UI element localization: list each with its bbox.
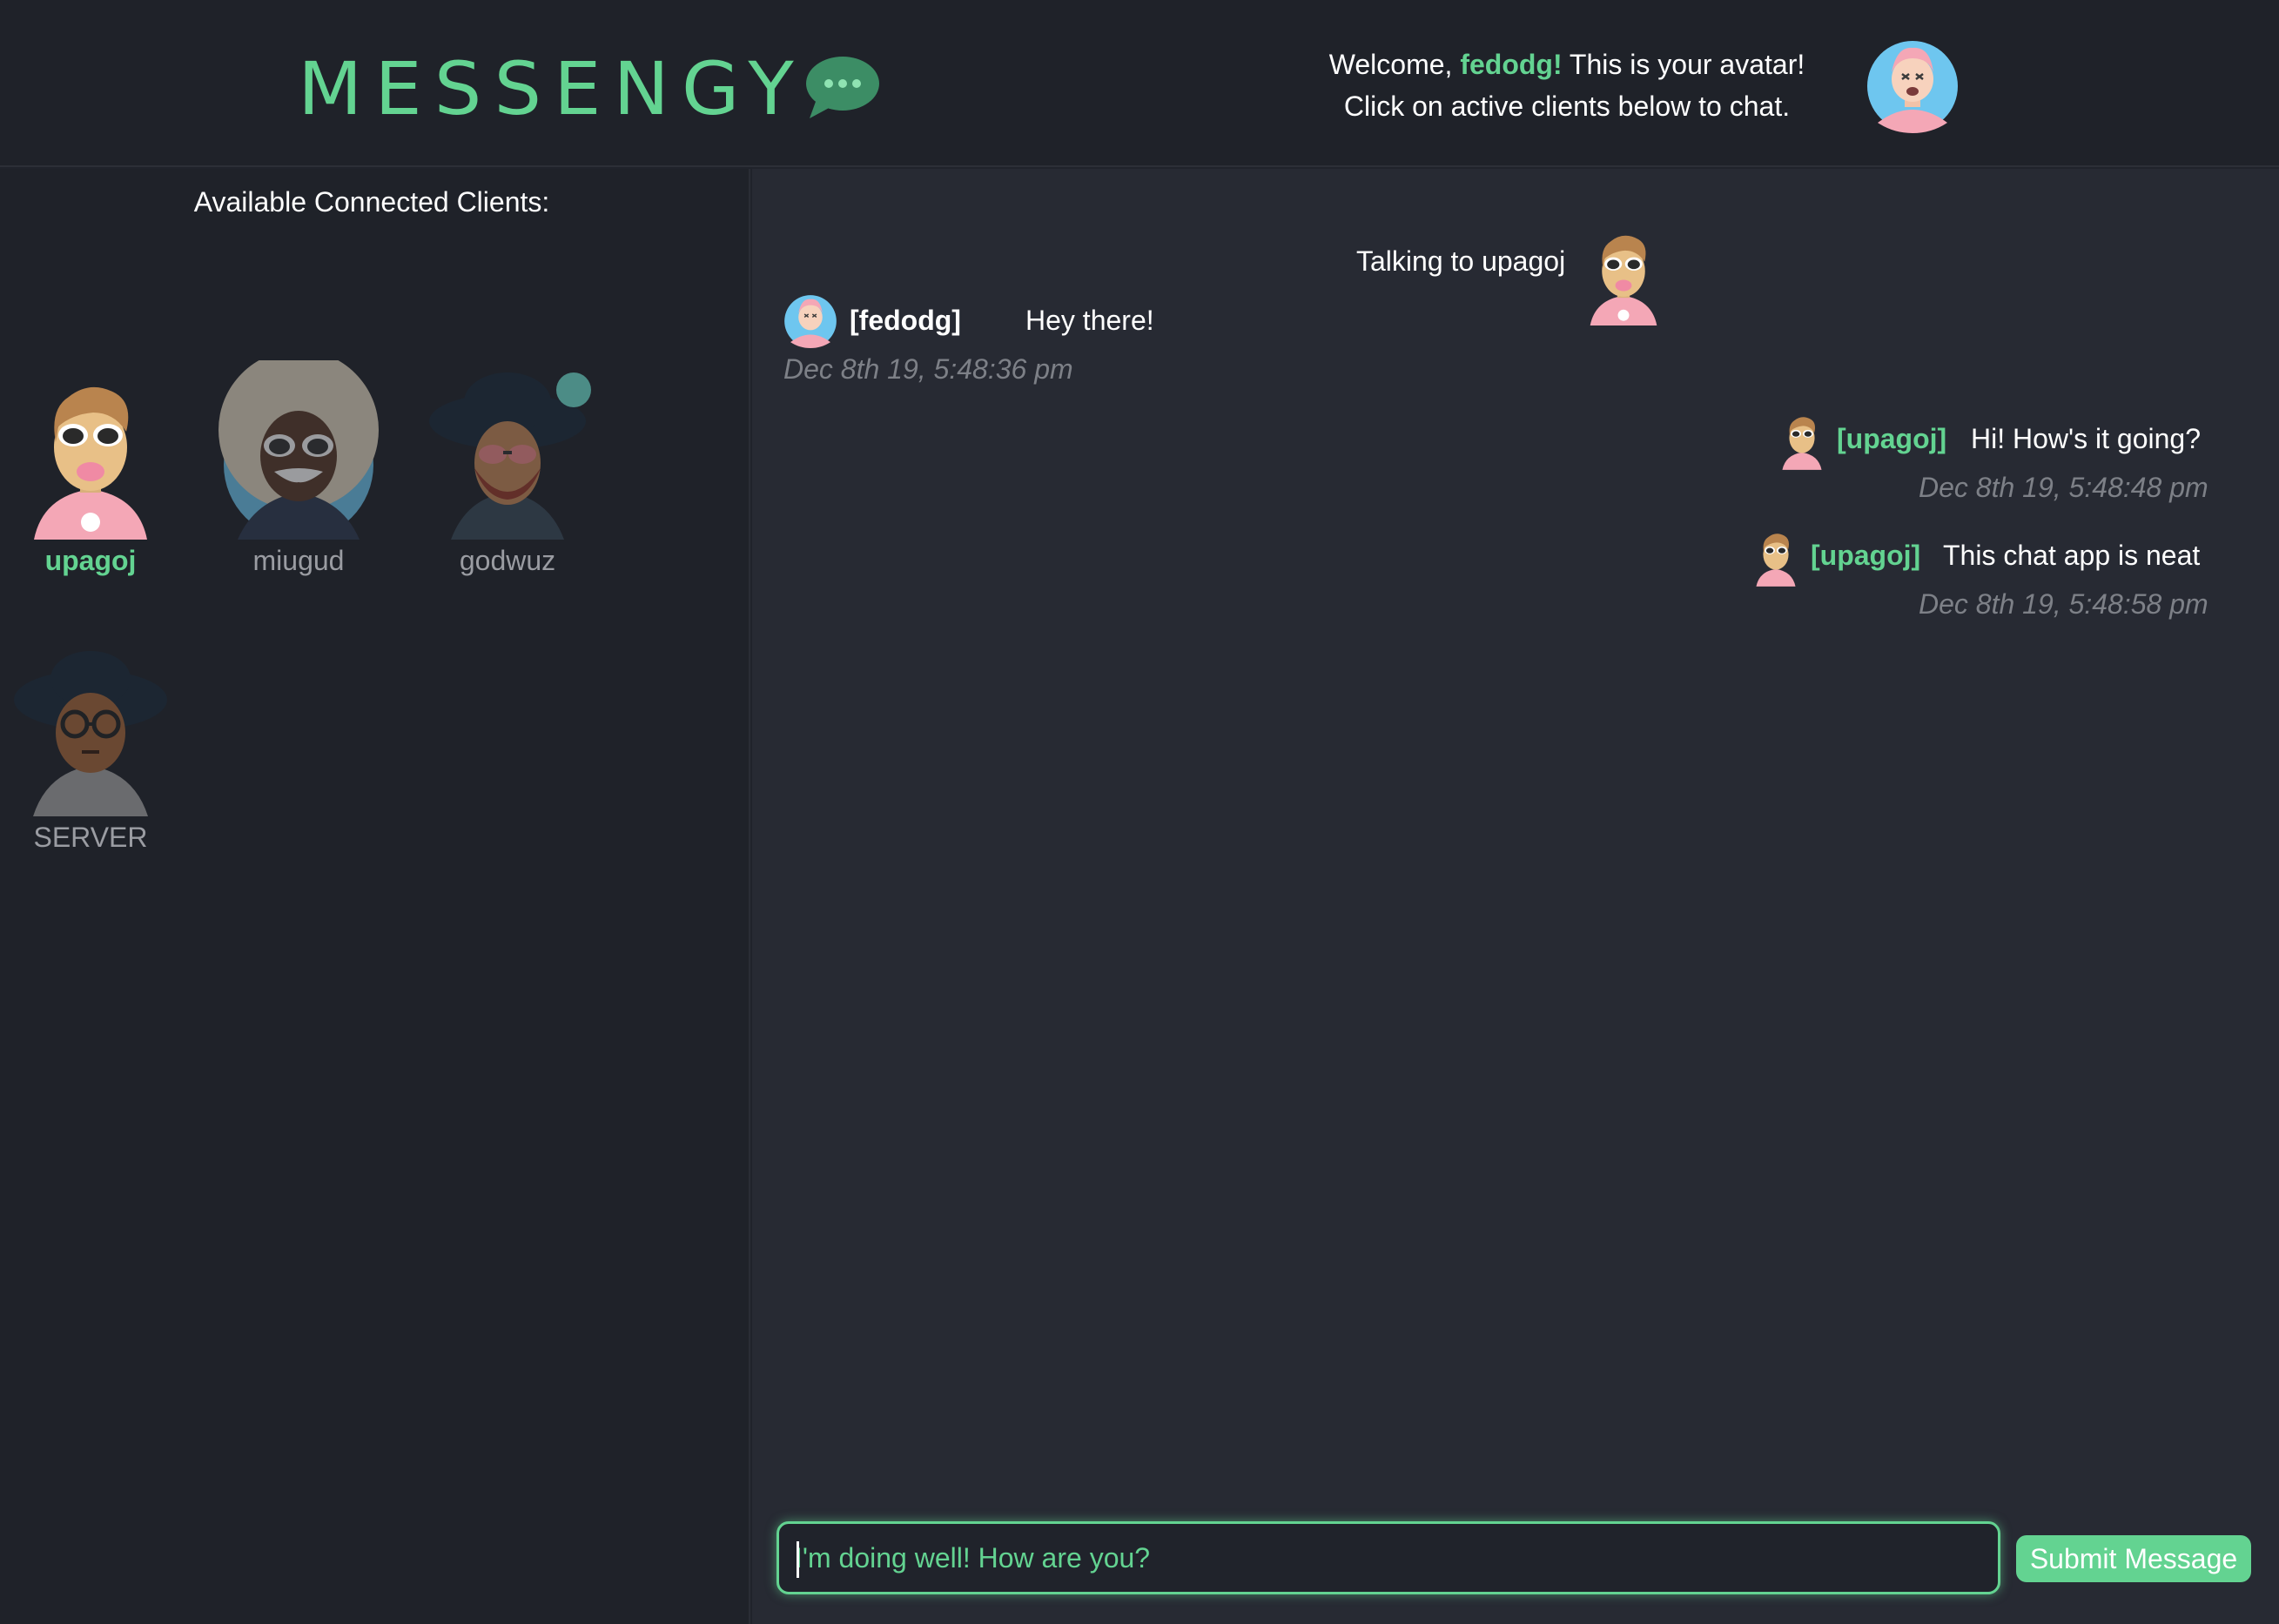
welcome-message: Welcome, fedodg! This is your avatar! Cl… <box>1288 44 1845 127</box>
message-text: Hi! How's it going? <box>1971 423 2201 454</box>
client-name: SERVER <box>33 822 148 853</box>
chat-message: [fedodg] Hey there! Dec 8th 19, 5:48:36 … <box>783 294 1480 399</box>
welcome-suffix: This is your avatar! <box>1569 49 1805 80</box>
message-timestamp: Dec 8th 19, 5:48:36 pm <box>783 353 1073 385</box>
user-avatar-icon <box>1590 235 1657 325</box>
message-text: This chat app is neat <box>1943 540 2201 571</box>
text-caret <box>797 1541 799 1578</box>
user-avatar-icon <box>1867 41 1958 133</box>
user-avatar-icon <box>14 651 167 816</box>
submit-message-button[interactable]: Submit Message <box>2016 1535 2251 1582</box>
app-header: MESSENGY Welcome, fedodg! This is your a… <box>0 0 2279 167</box>
client-godwuz[interactable]: godwuz <box>420 367 595 577</box>
chat-panel: Talking to upagoj [fedodg] Hey there! De… <box>752 169 2279 1624</box>
current-username: fedodg! <box>1460 49 1563 80</box>
client-server[interactable]: SERVER <box>3 642 178 854</box>
user-avatar-icon <box>784 295 837 348</box>
message-timestamp: Dec 8th 19, 5:48:48 pm <box>1919 472 2208 503</box>
message-input[interactable] <box>779 1524 1998 1592</box>
chat-message: [upagoj] Hi! How's it going? Dec 8th 19,… <box>1779 413 2253 517</box>
message-text: Hey there! <box>1025 305 1154 336</box>
welcome-prefix: Welcome, <box>1328 49 1453 80</box>
message-author: [upagoj] <box>1811 540 1921 571</box>
logo-text: MESSENGY <box>298 46 807 131</box>
client-name: miugud <box>252 545 345 576</box>
clients-sidebar: Available Connected Clients: upagoj miug… <box>0 169 750 1624</box>
user-avatar-icon <box>1782 417 1822 470</box>
app-logo: MESSENGY <box>298 45 881 132</box>
chat-header: Talking to upagoj <box>752 204 2279 325</box>
user-avatar-icon <box>34 386 147 540</box>
client-miugud[interactable]: miugud <box>212 360 386 577</box>
message-author: [fedodg] <box>850 305 961 336</box>
sidebar-title: Available Connected Clients: <box>193 186 550 218</box>
client-upagoj[interactable]: upagoj <box>3 374 178 577</box>
user-avatar-icon <box>1756 534 1796 587</box>
chat-message: [upagoj] This chat app is neat Dec 8th 1… <box>1753 529 2253 634</box>
chat-bubble-icon <box>806 57 880 118</box>
client-name: godwuz <box>459 545 556 576</box>
message-timestamp: Dec 8th 19, 5:48:58 pm <box>1919 588 2208 620</box>
user-avatar-icon <box>218 360 379 540</box>
client-name: upagoj <box>44 545 137 576</box>
talking-to-label: Talking to upagoj <box>1356 245 1566 277</box>
welcome-instructions: Click on active clients below to chat. <box>1343 91 1791 122</box>
online-status-dot <box>556 372 591 407</box>
message-composer <box>776 1521 2000 1594</box>
message-author: [upagoj] <box>1837 423 1947 454</box>
